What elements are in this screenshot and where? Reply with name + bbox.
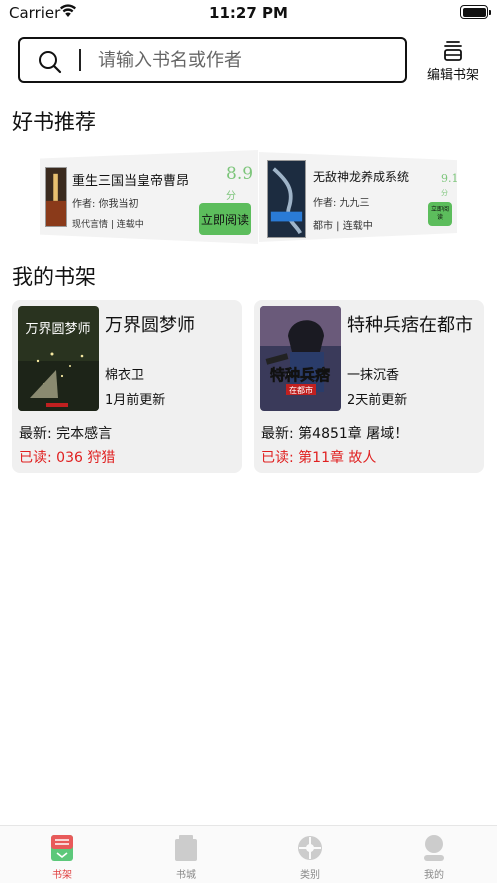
read-progress: 已读: 第11章 故人: [261, 450, 377, 466]
book-cover: [45, 167, 67, 227]
book-author: 一抹沉香: [347, 368, 400, 383]
search-input[interactable]: [98, 47, 388, 73]
update-time: 2天前更新: [347, 393, 408, 408]
book-cover: 特种兵痞 在都市: [260, 306, 341, 411]
tab-bookstore[interactable]: 书城: [124, 826, 248, 883]
read-progress: 已读: 036 狩猎: [19, 450, 116, 466]
search-divider: [79, 49, 81, 71]
recommend-tags: 都市 | 连载中: [313, 221, 373, 232]
update-time: 1月前更新: [105, 393, 166, 408]
latest-chapter: 最新: 完本感言: [19, 426, 113, 442]
tab-bar: 书架 书城 类别 我的: [0, 825, 497, 883]
book-title: 特种兵痞在都市: [347, 315, 473, 336]
tab-bookshelf[interactable]: 书架: [0, 826, 124, 883]
status-bar: Carrier 11:27 PM: [0, 0, 497, 26]
clock: 11:27 PM: [209, 4, 288, 22]
score-value: 8.9: [226, 164, 254, 184]
recommend-tags: 现代言情 | 连载中: [72, 220, 144, 230]
edit-shelf-button[interactable]: 编辑书架: [422, 38, 484, 84]
recommend-author: 作者: 九九三: [313, 198, 370, 209]
search-icon: [39, 51, 62, 74]
cover-text: 万界圆梦师: [25, 322, 90, 337]
read-now-button[interactable]: 立即阅读: [428, 202, 452, 226]
score-unit: 分: [226, 191, 236, 202]
shelf-book-card[interactable]: 特种兵痞 在都市 特种兵痞在都市 一抹沉香 2天前更新 最新: 第4851章 屠…: [254, 300, 484, 473]
recommend-author: 作者: 你我当初: [72, 199, 139, 210]
tab-label: 书城: [176, 870, 196, 881]
shelf-section-title: 我的书架: [12, 265, 96, 289]
recommend-card[interactable]: 无敌神龙养成系统 9.1 分 作者: 九九三 都市 | 连载中 立即阅读: [259, 152, 457, 242]
cover-subtext: 在都市: [289, 385, 313, 395]
profile-icon: [424, 835, 444, 861]
recommend-score: 9.1 分: [441, 172, 457, 198]
book-title: 万界圆梦师: [105, 315, 195, 336]
recommend-title: 无敌神龙养成系统: [313, 170, 410, 184]
book-cover: [267, 160, 306, 238]
recommend-section-title: 好书推荐: [12, 110, 96, 134]
tab-label: 我的: [424, 870, 444, 881]
tab-label: 书架: [52, 870, 72, 881]
bookstore-icon: [175, 835, 197, 861]
recommend-card[interactable]: 重生三国当皇帝曹昂 8.9 分 作者: 你我当初 现代言情 | 连载中 立即阅读: [40, 150, 258, 244]
latest-chapter: 最新: 第4851章 屠域！: [261, 426, 409, 442]
cover-text: 特种兵痞: [270, 366, 330, 384]
score-value: 9.1: [441, 172, 457, 185]
edit-shelf-icon: [444, 41, 462, 61]
shelf-book-card[interactable]: 万界圆梦师 万界圆梦师 棉衣卫 1月前更新 最新: 完本感言 已读: 036 狩…: [12, 300, 242, 473]
recommend-title: 重生三国当皇帝曹昂: [72, 174, 190, 189]
tab-category[interactable]: 类别: [248, 826, 372, 883]
search-bar[interactable]: [18, 37, 407, 83]
battery-icon: [460, 5, 491, 19]
book-cover: 万界圆梦师: [18, 306, 99, 411]
edit-shelf-label: 编辑书架: [426, 68, 479, 83]
category-icon: [298, 836, 322, 860]
book-author: 棉衣卫: [105, 368, 145, 383]
read-now-button[interactable]: 立即阅读: [199, 203, 251, 235]
bookshelf-icon: [51, 835, 73, 861]
tab-label: 类别: [300, 870, 320, 881]
recommend-score: 8.9 分: [226, 164, 258, 204]
score-unit: 分: [441, 189, 448, 197]
tab-profile[interactable]: 我的: [372, 826, 496, 883]
